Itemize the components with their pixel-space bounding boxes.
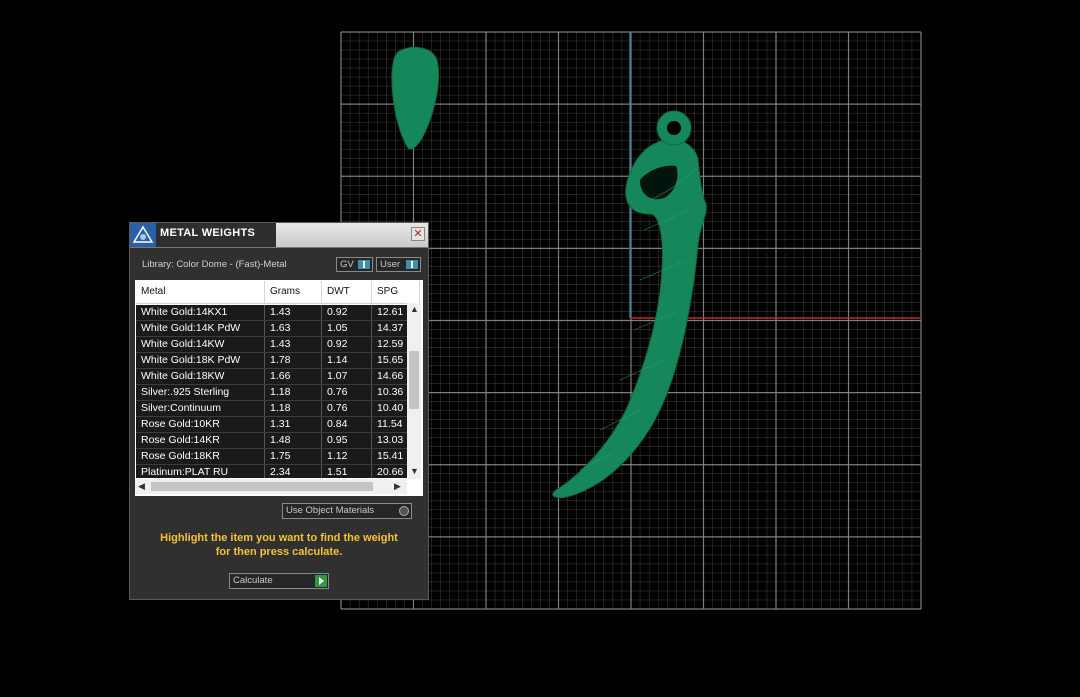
metal-cell: Silver:Continuum [136,401,265,416]
horizontal-scroll-thumb[interactable] [151,482,373,491]
grams-cell: 1.43 [265,337,322,352]
scroll-right-icon[interactable]: ▶ [394,481,401,492]
gv-toggle-label: GV [340,259,354,270]
column-header-metal[interactable]: Metal [136,281,265,303]
table-row[interactable]: Rose Gold:10KR 1.31 0.84 11.54 [136,417,407,433]
user-toggle[interactable]: User [376,257,421,272]
spg-cell: 15.65 [372,353,407,368]
dwt-cell: 1.14 [322,353,372,368]
dwt-cell: 1.12 [322,449,372,464]
dwt-cell: 1.07 [322,369,372,384]
spg-cell: 10.40 [372,401,407,416]
spg-cell: 13.03 [372,433,407,448]
table-row[interactable]: White Gold:14KW 1.43 0.92 12.59 [136,337,407,353]
grams-cell: 1.63 [265,321,322,336]
metal-cell: Silver:.925 Sterling [136,385,265,400]
use-object-materials-toggle[interactable]: Use Object Materials [282,503,412,519]
close-button[interactable]: ✕ [411,227,425,241]
table-row[interactable]: White Gold:14KX1 1.43 0.92 12.61 [136,305,407,321]
instruction-line-1: Highlight the item you want to find the … [160,532,398,544]
grams-cell: 1.18 [265,401,322,416]
table-row[interactable]: Silver:.925 Sterling 1.18 0.76 10.36 [136,385,407,401]
play-arrow-icon [315,575,327,587]
vertical-scroll-thumb[interactable] [409,351,419,409]
metal-cell: White Gold:14K PdW [136,321,265,336]
scroll-down-icon[interactable]: ▼ [410,466,419,476]
column-header-dwt[interactable]: DWT [322,281,372,303]
table-row[interactable]: Rose Gold:18KR 1.75 1.12 15.41 [136,449,407,465]
use-object-materials-label: Use Object Materials [286,505,375,516]
instruction-text: Highlight the item you want to find the … [130,531,428,559]
dwt-cell: 1.05 [322,321,372,336]
spg-cell: 15.41 [372,449,407,464]
instruction-line-2: for then press calculate. [215,546,343,558]
metal-cell: Platinum:PLAT RU [136,465,265,478]
metal-cell: White Gold:14KW [136,337,265,352]
column-header-grams[interactable]: Grams [265,281,322,303]
spg-cell: 12.59 [372,337,407,352]
metal-cell: Rose Gold:10KR [136,417,265,432]
user-toggle-label: User [380,259,401,270]
panel-titlebar[interactable]: METAL WEIGHTS ✕ [130,223,428,248]
grams-cell: 2.34 [265,465,322,478]
vertical-scrollbar[interactable]: ▲ ▼ [407,303,421,479]
spg-cell: 14.37 [372,321,407,336]
metal-table[interactable]: Metal Grams DWT SPG White Gold:14KX1 1.43… [135,280,423,496]
metal-cell: White Gold:14KX1 [136,305,265,320]
grams-cell: 1.78 [265,353,322,368]
metal-cell: White Gold:18K PdW [136,353,265,368]
scroll-up-icon[interactable]: ▲ [410,304,419,314]
gv-toggle[interactable]: GV [336,257,373,272]
library-label: Library: Color Dome - (Fast)-Metal [142,259,287,270]
toggle-knob-icon [358,260,370,269]
metal-cell: White Gold:18KW [136,369,265,384]
dwt-cell: 0.76 [322,385,372,400]
scroll-left-icon[interactable]: ◀ [138,481,145,492]
table-row[interactable]: White Gold:18KW 1.66 1.07 14.66 [136,369,407,385]
toggle-knob-icon [406,260,418,269]
table-row[interactable]: Silver:Continuum 1.18 0.76 10.40 [136,401,407,417]
spg-cell: 20.66 [372,465,407,478]
dwt-cell: 0.92 [322,305,372,320]
dwt-cell: 0.92 [322,337,372,352]
grams-cell: 1.48 [265,433,322,448]
calculate-button[interactable]: Calculate [229,573,329,589]
column-header-spg[interactable]: SPG [372,281,420,303]
radio-icon [399,506,409,516]
dwt-cell: 0.76 [322,401,372,416]
metal-weights-panel[interactable]: METAL WEIGHTS ✕ Library: Color Dome - (F… [129,222,429,600]
metal-cell: Rose Gold:14KR [136,433,265,448]
table-header: Metal Grams DWT SPG [136,281,420,304]
dwt-cell: 0.95 [322,433,372,448]
table-row[interactable]: Platinum:PLAT RU 2.34 1.51 20.66 [136,465,407,478]
spg-cell: 12.61 [372,305,407,320]
panel-title: METAL WEIGHTS [160,227,256,239]
grams-cell: 1.18 [265,385,322,400]
app-logo-icon [130,223,156,247]
horizontal-scrollbar[interactable]: ◀ ▶ [135,479,407,494]
spg-cell: 10.36 [372,385,407,400]
grams-cell: 1.43 [265,305,322,320]
dwt-cell: 1.51 [322,465,372,478]
spg-cell: 11.54 [372,417,407,432]
table-row[interactable]: White Gold:14K PdW 1.63 1.05 14.37 [136,321,407,337]
grams-cell: 1.66 [265,369,322,384]
table-body: White Gold:14KX1 1.43 0.92 12.61 White Gold… [136,305,407,478]
table-row[interactable]: Rose Gold:14KR 1.48 0.95 13.03 [136,433,407,449]
calculate-label: Calculate [233,575,273,586]
grams-cell: 1.75 [265,449,322,464]
dwt-cell: 0.84 [322,417,372,432]
spg-cell: 14.66 [372,369,407,384]
table-row[interactable]: White Gold:18K PdW 1.78 1.14 15.65 [136,353,407,369]
grams-cell: 1.31 [265,417,322,432]
metal-cell: Rose Gold:18KR [136,449,265,464]
